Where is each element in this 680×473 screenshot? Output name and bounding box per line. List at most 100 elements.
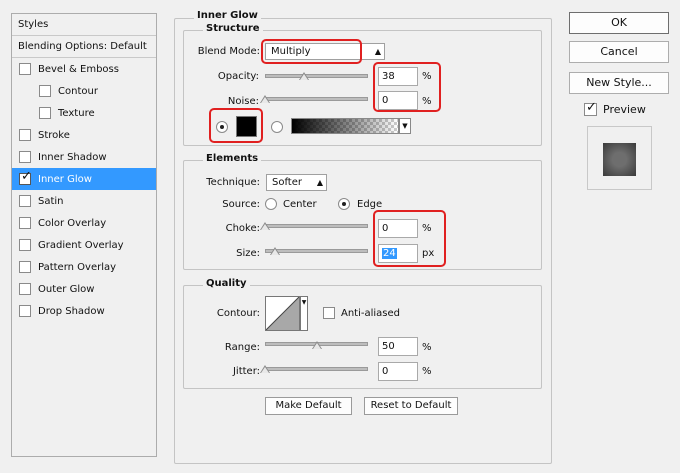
updown-arrows-icon: ▲ <box>316 178 323 187</box>
source-center-radio[interactable] <box>265 198 277 210</box>
inner-glow-title: Inner Glow <box>194 10 261 21</box>
style-item-texture[interactable]: Texture <box>12 102 156 124</box>
jitter-slider-track[interactable] <box>265 367 368 371</box>
source-edge-radio[interactable] <box>338 198 350 210</box>
checkmark-icon: ✓ <box>21 169 32 184</box>
technique-select[interactable]: Softer ▲ <box>266 174 327 191</box>
contour-label: Contour: <box>216 308 260 319</box>
styles-list: Styles Blending Options: Default Bevel &… <box>11 13 157 457</box>
style-checkbox[interactable]: ✓ <box>19 169 32 185</box>
style-item-gradient-overlay[interactable]: Gradient Overlay <box>12 234 156 256</box>
opacity-slider-thumb[interactable] <box>299 72 310 80</box>
opacity-slider-track[interactable] <box>265 74 368 78</box>
style-checkbox[interactable] <box>19 283 31 295</box>
style-item-contour[interactable]: Contour <box>12 80 156 102</box>
jitter-slider-thumb[interactable] <box>260 365 270 373</box>
style-checkbox[interactable] <box>39 107 51 119</box>
style-checkbox[interactable] <box>19 217 31 229</box>
style-item-label: Inner Glow <box>38 173 92 185</box>
jitter-input[interactable]: 0 <box>378 362 418 381</box>
range-input[interactable]: 50 <box>378 337 418 356</box>
style-checkbox[interactable] <box>19 195 31 207</box>
range-unit: % <box>422 342 432 353</box>
noise-slider-track[interactable] <box>265 97 368 101</box>
preview-checkbox[interactable]: ✓ <box>584 100 597 116</box>
range-label: Range: <box>224 342 260 353</box>
gradient-dropdown[interactable]: ▼ <box>399 118 411 134</box>
choke-size-highlight <box>373 210 446 267</box>
jitter-unit: % <box>422 366 432 377</box>
style-item-drop-shadow[interactable]: Drop Shadow <box>12 300 156 322</box>
style-item-pattern-overlay[interactable]: Pattern Overlay <box>12 256 156 278</box>
style-checkbox[interactable] <box>19 305 31 317</box>
choke-slider-track[interactable] <box>265 224 368 228</box>
style-item-color-overlay[interactable]: Color Overlay <box>12 212 156 234</box>
contour-linear-icon <box>266 297 299 330</box>
contour-dropdown[interactable]: ▼ <box>300 296 308 331</box>
style-checkbox[interactable] <box>19 151 31 163</box>
blend-mode-highlight <box>261 39 362 64</box>
style-item-satin[interactable]: Satin <box>12 190 156 212</box>
gradient-radio[interactable] <box>271 121 283 133</box>
style-item-label: Outer Glow <box>38 283 95 295</box>
style-checkbox[interactable] <box>19 261 31 273</box>
range-slider-thumb[interactable] <box>311 341 322 349</box>
make-default-button[interactable]: Make Default <box>265 397 352 415</box>
contour-picker[interactable] <box>265 296 300 331</box>
style-checkbox[interactable] <box>19 129 31 141</box>
style-item-label: Pattern Overlay <box>38 261 117 273</box>
style-checkbox[interactable] <box>19 63 31 75</box>
style-item-label: Drop Shadow <box>38 305 105 317</box>
structure-title: Structure <box>203 23 263 34</box>
reset-default-button[interactable]: Reset to Default <box>364 397 458 415</box>
style-item-label: Inner Shadow <box>38 151 107 163</box>
blending-options-item[interactable]: Blending Options: Default <box>12 36 156 58</box>
color-highlight <box>209 108 263 143</box>
style-item-inner-shadow[interactable]: Inner Shadow <box>12 146 156 168</box>
style-item-label: Color Overlay <box>38 217 107 229</box>
style-items: Bevel & Emboss Contour Texture Stroke Inner … <box>12 58 156 322</box>
size-slider-thumb[interactable] <box>270 247 281 255</box>
chevron-down-icon: ▼ <box>301 299 307 306</box>
gradient-picker[interactable] <box>291 118 399 134</box>
quality-title: Quality <box>203 278 250 289</box>
source-center-label: Center <box>283 199 317 210</box>
choke-slider-thumb[interactable] <box>260 222 270 230</box>
size-slider-track[interactable] <box>265 249 368 253</box>
style-item-label: Stroke <box>38 129 70 141</box>
style-checkbox[interactable] <box>39 85 51 97</box>
style-checkbox[interactable] <box>19 239 31 251</box>
elements-title: Elements <box>203 153 262 164</box>
style-item-bevel-emboss[interactable]: Bevel & Emboss <box>12 58 156 80</box>
style-item-label: Bevel & Emboss <box>38 63 119 75</box>
source-label: Source: <box>222 199 260 210</box>
preview-label: Preview <box>603 103 646 116</box>
updown-arrows-icon: ▲ <box>374 47 381 56</box>
technique-value: Softer <box>272 177 302 188</box>
style-item-outer-glow[interactable]: Outer Glow <box>12 278 156 300</box>
opacity-label: Opacity: <box>217 71 259 82</box>
chevron-down-icon: ▼ <box>402 122 408 130</box>
anti-aliased-label: Anti-aliased <box>341 308 401 319</box>
size-label: Size: <box>236 248 260 259</box>
blend-mode-label: Blend Mode: <box>197 46 260 57</box>
style-item-stroke[interactable]: Stroke <box>12 124 156 146</box>
jitter-label: Jitter: <box>232 366 260 377</box>
noise-label: Noise: <box>227 96 259 107</box>
style-item-label: Satin <box>38 195 64 207</box>
choke-label: Choke: <box>225 223 260 234</box>
opacity-noise-highlight <box>373 62 441 112</box>
styles-header[interactable]: Styles <box>12 14 156 36</box>
style-item-inner-glow[interactable]: ✓ Inner Glow <box>12 168 156 190</box>
cancel-button[interactable]: Cancel <box>569 41 669 63</box>
style-item-label: Gradient Overlay <box>38 239 124 251</box>
style-item-label: Contour <box>58 85 98 97</box>
preview-swatch <box>603 143 636 176</box>
anti-aliased-checkbox[interactable] <box>323 307 335 319</box>
checkmark-icon: ✓ <box>586 100 597 115</box>
new-style-button[interactable]: New Style... <box>569 72 669 94</box>
ok-button[interactable]: OK <box>569 12 669 34</box>
style-item-label: Texture <box>58 107 95 119</box>
noise-slider-thumb[interactable] <box>260 95 270 103</box>
source-edge-label: Edge <box>357 199 383 210</box>
